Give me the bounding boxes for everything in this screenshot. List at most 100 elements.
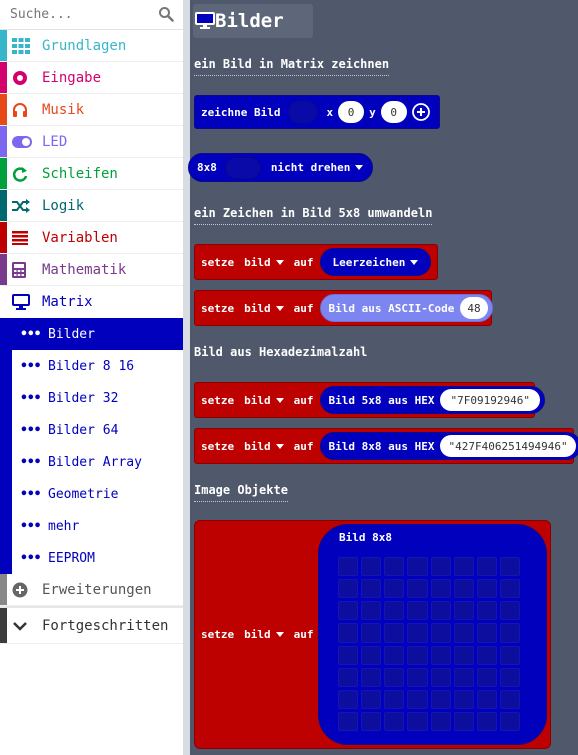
hex-input[interactable]: "427F406251494946" xyxy=(440,435,576,457)
led-cell[interactable] xyxy=(453,557,474,577)
ascii-code-input[interactable]: 48 xyxy=(460,297,488,319)
led-cell[interactable] xyxy=(453,623,474,643)
led-cell[interactable] xyxy=(407,689,428,709)
led-cell[interactable] xyxy=(361,645,382,665)
led-cell[interactable] xyxy=(338,667,359,687)
category-mathematik[interactable]: Mathematik xyxy=(0,254,183,286)
category-led[interactable]: LED xyxy=(0,126,183,158)
set-variable-block[interactable]: setze bild auf Bild 5x8 aus HEX "7F091929… xyxy=(194,382,545,418)
led-cell[interactable] xyxy=(361,623,382,643)
led-cell[interactable] xyxy=(476,623,497,643)
led-cell[interactable] xyxy=(430,601,451,621)
hex-5x8-block[interactable]: Bild 5x8 aus HEX "7F09192946" xyxy=(319,386,545,414)
rotation-dropdown[interactable]: nicht drehen xyxy=(271,161,364,174)
led-cell[interactable] xyxy=(499,711,520,731)
variable-dropdown[interactable]: bild xyxy=(244,628,284,641)
led-cell[interactable] xyxy=(430,645,451,665)
led-cell[interactable] xyxy=(338,689,359,709)
led-cell[interactable] xyxy=(453,711,474,731)
category-matrix[interactable]: Matrix xyxy=(0,286,183,318)
led-cell[interactable] xyxy=(338,645,359,665)
led-cell[interactable] xyxy=(453,579,474,599)
led-cell[interactable] xyxy=(338,711,359,731)
led-cell[interactable] xyxy=(499,689,520,709)
subcategory-bilder-32[interactable]: ••• Bilder 32 xyxy=(0,382,183,414)
led-cell[interactable] xyxy=(430,557,451,577)
subcategory-bilder[interactable]: ••• Bilder xyxy=(0,318,183,350)
led-cell[interactable] xyxy=(476,711,497,731)
subcategory-mehr[interactable]: ••• mehr xyxy=(0,510,183,542)
led-cell[interactable] xyxy=(407,623,428,643)
subcategory-eeprom[interactable]: ••• EEPROM xyxy=(0,542,183,574)
led-cell[interactable] xyxy=(384,645,405,665)
led-cell[interactable] xyxy=(338,579,359,599)
led-cell[interactable] xyxy=(476,579,497,599)
led-cell[interactable] xyxy=(453,667,474,687)
search-input[interactable] xyxy=(0,0,150,28)
led-cell[interactable] xyxy=(407,645,428,665)
led-cell[interactable] xyxy=(499,601,520,621)
category-schleifen[interactable]: Schleifen xyxy=(0,158,183,190)
led-cell[interactable] xyxy=(407,557,428,577)
led-cell[interactable] xyxy=(361,711,382,731)
x-input[interactable]: 0 xyxy=(338,101,365,123)
draw-image-block[interactable]: zeichne Bild x 0 y 0 xyxy=(194,95,440,129)
led-cell[interactable] xyxy=(476,557,497,577)
led-cell[interactable] xyxy=(384,557,405,577)
led-cell[interactable] xyxy=(499,667,520,687)
led-cell[interactable] xyxy=(430,667,451,687)
led-cell[interactable] xyxy=(430,579,451,599)
led-cell[interactable] xyxy=(430,711,451,731)
image-slot[interactable] xyxy=(224,156,261,179)
led-cell[interactable] xyxy=(407,579,428,599)
led-cell[interactable] xyxy=(453,601,474,621)
led-cell[interactable] xyxy=(499,623,520,643)
led-cell[interactable] xyxy=(407,667,428,687)
variable-dropdown[interactable]: bild xyxy=(244,256,284,269)
led-cell[interactable] xyxy=(499,645,520,665)
led-cell[interactable] xyxy=(453,645,474,665)
search-icon[interactable] xyxy=(158,6,174,22)
led-cell[interactable] xyxy=(453,689,474,709)
led-cell[interactable] xyxy=(499,579,520,599)
variable-dropdown[interactable]: bild xyxy=(244,440,284,453)
category-variablen[interactable]: Variablen xyxy=(0,222,183,254)
category-erweiterungen[interactable]: Erweiterungen xyxy=(0,574,183,606)
character-dropdown-block[interactable]: Leerzeichen xyxy=(319,248,432,276)
category-logik[interactable]: Logik xyxy=(0,190,183,222)
set-variable-block[interactable]: setze bild auf Leerzeichen xyxy=(194,244,438,280)
led-cell[interactable] xyxy=(407,711,428,731)
subcategory-geometrie[interactable]: ••• Geometrie xyxy=(0,478,183,510)
subcategory-bilder-64[interactable]: ••• Bilder 64 xyxy=(0,414,183,446)
led-cell[interactable] xyxy=(384,667,405,687)
subcategory-bilder-array[interactable]: ••• Bilder Array xyxy=(0,446,183,478)
variable-dropdown[interactable]: bild xyxy=(244,302,284,315)
led-cell[interactable] xyxy=(338,623,359,643)
led-cell[interactable] xyxy=(407,601,428,621)
led-cell[interactable] xyxy=(384,601,405,621)
led-cell[interactable] xyxy=(361,667,382,687)
category-grundlagen[interactable]: Grundlagen xyxy=(0,30,183,62)
plus-circle-icon[interactable] xyxy=(411,103,430,121)
category-eingabe[interactable]: Eingabe xyxy=(0,62,183,94)
led-cell[interactable] xyxy=(361,557,382,577)
led-cell[interactable] xyxy=(384,689,405,709)
image-slot[interactable] xyxy=(288,100,319,124)
led-cell[interactable] xyxy=(384,579,405,599)
led-cell[interactable] xyxy=(430,623,451,643)
led-cell[interactable] xyxy=(384,623,405,643)
y-input[interactable]: 0 xyxy=(380,101,407,123)
led-cell[interactable] xyxy=(476,601,497,621)
category-fortgeschritten[interactable]: Fortgeschritten xyxy=(0,608,183,644)
hex-input[interactable]: "7F09192946" xyxy=(440,389,540,411)
subcategory-bilder-8-16[interactable]: ••• Bilder 8 16 xyxy=(0,350,183,382)
led-cell[interactable] xyxy=(338,601,359,621)
variable-dropdown[interactable]: bild xyxy=(244,394,284,407)
toolbox-scrollbar[interactable] xyxy=(183,0,190,755)
led-cell[interactable] xyxy=(338,557,359,577)
led-cell[interactable] xyxy=(361,601,382,621)
category-musik[interactable]: Musik xyxy=(0,94,183,126)
led-cell[interactable] xyxy=(476,645,497,665)
hex-8x8-block[interactable]: Bild 8x8 aus HEX "427F406251494946" xyxy=(319,432,578,460)
led-cell[interactable] xyxy=(361,689,382,709)
